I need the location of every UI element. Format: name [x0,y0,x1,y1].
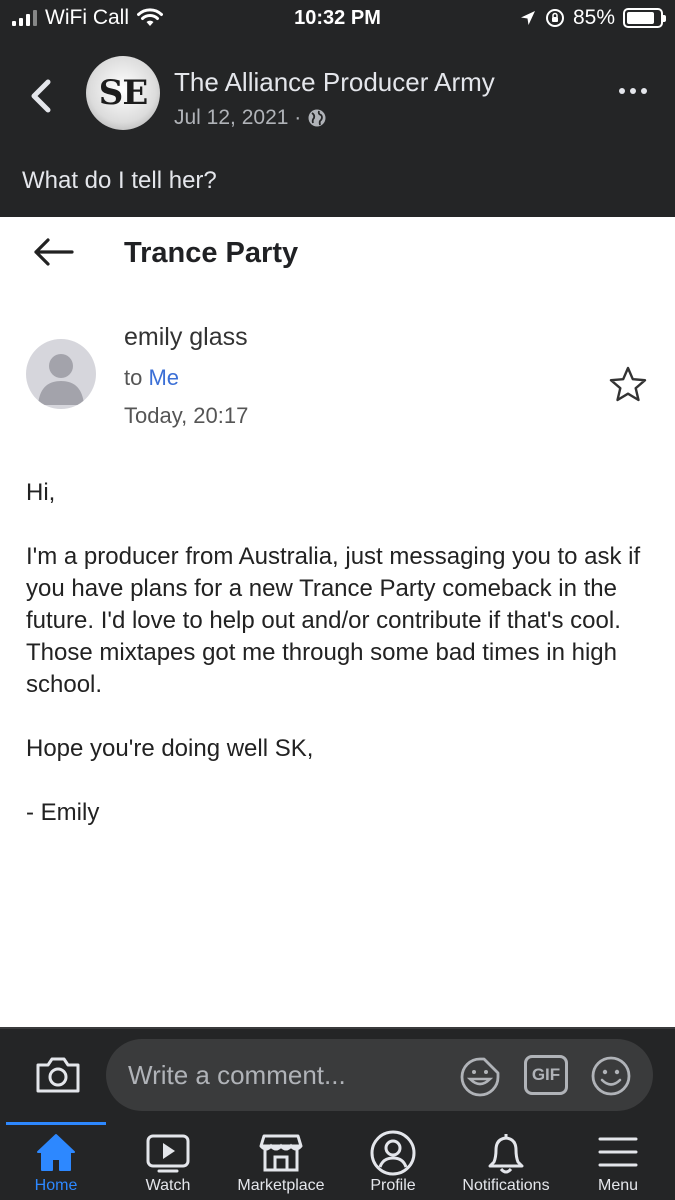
comment-input[interactable]: Write a comment... GIF [106,1039,653,1111]
sticker-icon[interactable] [458,1055,502,1097]
star-icon [609,366,647,402]
email-paragraph: I'm a producer from Australia, just mess… [26,543,641,698]
tab-label: Notifications [462,1177,550,1194]
emoji-icon[interactable] [590,1055,632,1097]
email-back-arrow-icon [34,238,74,266]
tab-label: Watch [145,1177,191,1194]
back-button[interactable] [26,76,56,116]
tab-watch[interactable]: Watch [118,1122,218,1200]
post-caption: What do I tell her? [22,167,217,194]
post-image[interactable]: Trance Party emily glass to Me Today, 20… [0,217,675,1027]
email-signoff: Hope you're doing well SK, [26,735,314,762]
home-icon [37,1134,75,1171]
tab-marketplace[interactable]: Marketplace [226,1122,336,1200]
tab-label: Menu [597,1177,639,1194]
profile-icon [370,1130,416,1176]
email-greeting: Hi, [26,479,56,506]
battery-icon [623,8,666,28]
globe-icon [308,109,326,127]
comment-placeholder: Write a comment... [128,1060,346,1090]
tab-menu[interactable]: Menu [568,1122,668,1200]
bell-icon [488,1134,524,1174]
email-recipient: to Me [124,365,179,391]
default-person-icon [38,354,84,405]
orientation-lock-icon [545,9,564,27]
camera-icon[interactable] [34,1053,82,1095]
email-body: Hi, I'm a producer from Australia, just … [26,477,646,861]
email-to-name: Me [148,365,180,390]
email-to-prefix: to [124,365,143,390]
tab-label: Marketplace [237,1177,325,1194]
tab-label: Home [34,1177,78,1194]
post-date: Jul 12, 2021 · [174,106,302,129]
post-meta: Jul 12, 2021 · [174,106,327,130]
tab-home[interactable]: Home [6,1122,106,1200]
tab-label: Profile [370,1177,416,1194]
email-subject: Trance Party [124,237,299,269]
gif-button[interactable]: GIF [524,1055,568,1095]
more-options-button[interactable] [619,88,647,94]
email-sender: emily glass [124,323,248,351]
status-bar: WiFi Call 10:32 PM 85% [0,0,675,40]
watch-icon [146,1134,190,1173]
email-signature: - Emily [26,799,100,826]
tab-bar: Home Watch Marketplace Profile Notificat… [0,1122,675,1200]
group-avatar-logo-text: SE [98,73,148,113]
comment-bar: Write a comment... GIF [0,1027,675,1122]
email-date: Today, 20:17 [124,403,249,428]
tab-notifications[interactable]: Notifications [450,1122,562,1200]
group-avatar[interactable]: SE [86,56,160,130]
post-header: SE The Alliance Producer Army Jul 12, 20… [0,50,675,150]
tab-profile[interactable]: Profile [343,1122,443,1200]
gif-label: GIF [531,1065,561,1084]
group-name[interactable]: The Alliance Producer Army [174,67,495,98]
location-arrow-icon [520,11,535,25]
sender-avatar [26,339,96,409]
battery-percent: 85% [572,6,615,29]
marketplace-icon [259,1134,303,1172]
menu-icon [598,1137,638,1167]
